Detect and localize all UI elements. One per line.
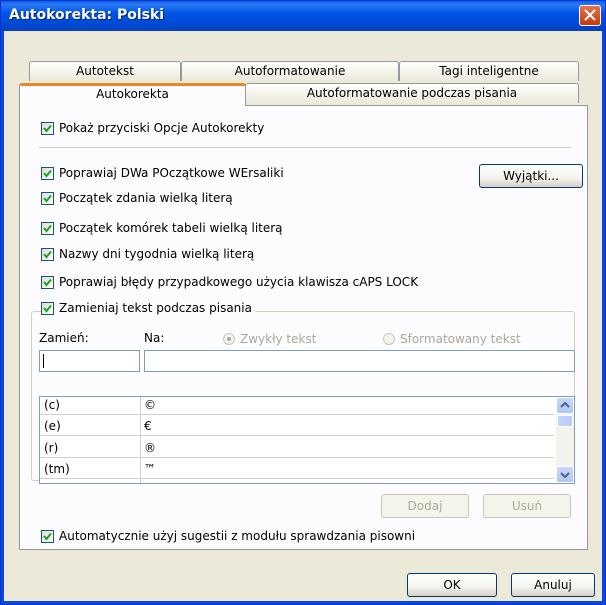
checkmark-icon	[43, 278, 52, 287]
add-button[interactable]: Dodaj	[381, 494, 469, 518]
checkbox-label: Początek zdania wielką literą	[59, 191, 233, 205]
window-frame-left	[1, 31, 4, 605]
with-input[interactable]	[144, 350, 575, 372]
cancel-button[interactable]: Anuluj	[511, 573, 595, 597]
window-frame-bottom	[1, 601, 605, 604]
window-title: Autokorekta: Polski	[9, 7, 165, 23]
button-label: Usuń	[511, 499, 543, 513]
checkbox-label: Nazwy dni tygodnia wielką literą	[59, 247, 255, 261]
checkbox-label: Poprawiaj błędy przypadkowego użycia kla…	[59, 275, 419, 289]
entry-from: (r)	[44, 441, 59, 455]
scrollbar-thumb[interactable]	[557, 415, 573, 427]
checkbox-label: Początek komórek tabeli wielką literą	[59, 221, 283, 235]
radio-circle	[383, 333, 395, 345]
autocorrect-dialog: Autokorekta: Polski Autotekst Autoformat…	[0, 0, 606, 605]
checkbox-box	[41, 529, 54, 543]
tab-autocorrect[interactable]: Autokorekta	[19, 83, 246, 106]
replace-input[interactable]	[39, 350, 140, 372]
checkbox-box	[41, 191, 54, 205]
button-label: Wyjątki...	[503, 169, 559, 183]
separator	[39, 147, 571, 148]
vertical-scrollbar[interactable]	[556, 397, 574, 483]
entry-to: ®	[144, 441, 156, 455]
checkmark-icon	[43, 124, 52, 133]
delete-button[interactable]: Usuń	[483, 494, 571, 518]
caps-lock-checkbox[interactable]: Poprawiaj błędy przypadkowego użycia kla…	[41, 275, 418, 289]
checkbox-box	[41, 221, 54, 235]
show-buttons-checkbox[interactable]: Pokaż przyciski Opcje Autokorekty	[41, 121, 264, 135]
tab-autoformat[interactable]: Autoformatowanie	[181, 61, 399, 81]
auto-suggest-checkbox[interactable]: Automatycznie użyj sugestii z modułu spr…	[41, 529, 415, 543]
tab-label: Autoformatowanie podczas pisania	[306, 86, 518, 100]
button-label: OK	[443, 578, 461, 592]
entry-from: (tm)	[44, 462, 70, 476]
tab-label: Autoformatowanie	[234, 64, 346, 78]
list-item[interactable]: (tm) ™	[40, 461, 554, 479]
entry-to: ™	[144, 462, 156, 476]
list-item[interactable]: (e) €	[40, 418, 554, 436]
exceptions-button[interactable]: Wyjątki...	[479, 164, 583, 188]
radio-label: Sformatowany tekst	[400, 332, 521, 346]
checkbox-label: Zamieniaj tekst podczas pisania	[59, 301, 252, 315]
tab-label: Autotekst	[76, 64, 134, 78]
checkbox-box	[41, 275, 54, 289]
title-bar[interactable]: Autokorekta: Polski	[1, 1, 605, 31]
scroll-down-button[interactable]	[556, 466, 574, 483]
checkmark-icon	[43, 224, 52, 233]
text-caret	[43, 354, 44, 368]
checkbox-box	[41, 301, 54, 315]
checkbox-box	[41, 247, 54, 261]
replace-text-checkbox[interactable]: Zamieniaj tekst podczas pisania	[41, 301, 256, 315]
checkbox-box	[41, 121, 54, 135]
autocorrect-entries-list[interactable]: (c) © (e) € (r) ® (tm) ™	[39, 396, 575, 484]
day-names-checkbox[interactable]: Nazwy dni tygodnia wielką literą	[41, 247, 254, 261]
tab-label: Autokorekta	[96, 87, 169, 101]
plain-text-radio[interactable]: Zwykły tekst	[223, 332, 316, 346]
checkbox-label: Poprawiaj DWa POczątkowe WErsaliki	[59, 166, 284, 180]
tab-autoformat-as-you-type[interactable]: Autoformatowanie podczas pisania	[245, 83, 579, 103]
checkmark-icon	[43, 169, 52, 178]
tab-autotext[interactable]: Autotekst	[29, 61, 181, 81]
checkmark-icon	[43, 532, 52, 541]
ok-button[interactable]: OK	[407, 573, 497, 597]
tab-label: Tagi inteligentne	[439, 64, 539, 78]
radio-dot	[227, 337, 231, 341]
two-initials-checkbox[interactable]: Poprawiaj DWa POczątkowe WErsaliki	[41, 166, 284, 180]
checkbox-label: Pokaż przyciski Opcje Autokorekty	[59, 121, 265, 135]
checkmark-icon	[43, 194, 52, 203]
replace-label: Zamień:	[39, 331, 89, 345]
sentence-caps-checkbox[interactable]: Początek zdania wielką literą	[41, 191, 233, 205]
entry-to: ©	[144, 398, 156, 412]
radio-label: Zwykły tekst	[240, 332, 317, 346]
list-item[interactable]: (r) ®	[40, 440, 554, 458]
list-item[interactable]: (c) ©	[40, 397, 554, 415]
table-cells-checkbox[interactable]: Początek komórek tabeli wielką literą	[41, 221, 283, 235]
close-icon	[584, 9, 596, 21]
checkmark-icon	[43, 304, 52, 313]
checkbox-label: Automatycznie użyj sugestii z modułu spr…	[59, 529, 416, 543]
button-label: Anuluj	[534, 578, 572, 592]
radio-circle	[223, 333, 235, 345]
tab-smart-tags[interactable]: Tagi inteligentne	[399, 61, 579, 81]
checkbox-box	[41, 166, 54, 180]
close-button[interactable]	[579, 5, 601, 26]
formatted-text-radio[interactable]: Sformatowany tekst	[383, 332, 521, 346]
chevron-down-icon	[560, 472, 570, 479]
chevron-up-icon	[560, 401, 570, 408]
button-label: Dodaj	[407, 499, 443, 513]
checkmark-icon	[43, 250, 52, 259]
window-frame-right	[602, 31, 605, 605]
with-label: Na:	[144, 331, 165, 345]
scroll-up-button[interactable]	[556, 397, 574, 414]
entry-to: €	[144, 419, 152, 433]
entry-from: (e)	[44, 419, 61, 433]
entry-from: (c)	[44, 398, 60, 412]
